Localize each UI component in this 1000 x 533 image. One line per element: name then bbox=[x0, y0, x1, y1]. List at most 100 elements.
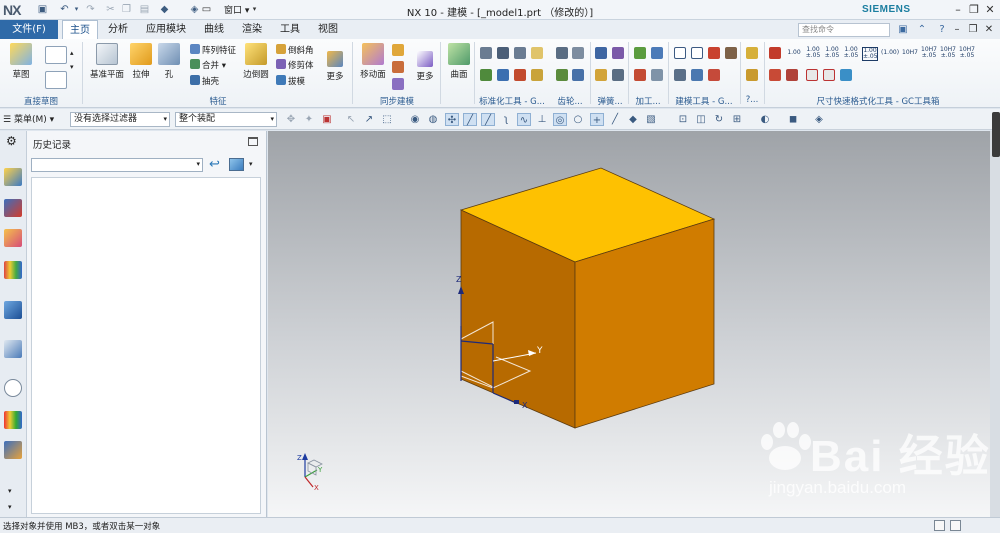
dim-format-8-icon[interactable]: 10H7 ±.05 bbox=[921, 47, 937, 59]
menu-button[interactable]: ☰ 菜单(M) ▾ bbox=[3, 112, 54, 125]
rectangle-icon[interactable] bbox=[45, 71, 67, 89]
hole-button[interactable]: 孔 bbox=[158, 43, 180, 80]
modeling-tool-5-icon[interactable] bbox=[674, 69, 686, 81]
process-studio-icon[interactable] bbox=[4, 441, 22, 459]
dim-format-3-icon[interactable]: 1.00 ±.05 bbox=[824, 47, 840, 59]
selection-scope-dropdown[interactable]: 整个装配 ▾ bbox=[175, 112, 277, 127]
move-face-button[interactable]: 移动面 bbox=[358, 43, 388, 80]
back-arrow-icon[interactable]: ↩ bbox=[209, 157, 220, 172]
doc-minimize-button[interactable]: – bbox=[950, 23, 964, 37]
dim-tool-1-icon[interactable] bbox=[769, 47, 781, 59]
std-tool-7-icon[interactable] bbox=[514, 69, 526, 81]
snap-line-icon[interactable]: ╱ bbox=[463, 113, 477, 126]
trim-body-button[interactable]: 修剪体 bbox=[276, 59, 314, 71]
profile-icon[interactable] bbox=[45, 46, 67, 64]
modeling-tool-6-icon[interactable] bbox=[691, 69, 703, 81]
settings-icon[interactable]: ⚙ bbox=[6, 134, 17, 148]
dim-format-9-icon[interactable]: 10H7 ±.05 bbox=[940, 47, 956, 59]
tab-home[interactable]: 主页 bbox=[62, 20, 98, 39]
show-hide-icon[interactable]: ◈ bbox=[812, 113, 826, 126]
spring-tool-3-icon[interactable] bbox=[595, 69, 607, 81]
machining-tool-2-icon[interactable] bbox=[651, 47, 663, 59]
std-tool-2-icon[interactable] bbox=[497, 47, 509, 59]
status-icon-2[interactable] bbox=[950, 520, 961, 531]
dim-tool-6-icon[interactable] bbox=[840, 69, 852, 81]
view-tool-2-icon[interactable]: ◍ bbox=[426, 113, 440, 126]
constraint-navigator-icon[interactable] bbox=[4, 199, 22, 217]
sketch-gallery-icon[interactable]: ▾ bbox=[70, 61, 74, 73]
palette-dropdown-icon[interactable]: ▾ bbox=[249, 160, 253, 168]
spring-tool-2-icon[interactable] bbox=[612, 47, 624, 59]
extra-tool-2-icon[interactable] bbox=[746, 69, 758, 81]
dim-format-6-icon[interactable]: (1.00) bbox=[881, 50, 899, 56]
history-clock-icon[interactable] bbox=[4, 379, 22, 397]
general-filter-icon[interactable]: ✥ bbox=[284, 113, 298, 126]
render-style-icon[interactable]: ◐ bbox=[758, 113, 772, 126]
gear-tool-1-icon[interactable] bbox=[556, 47, 568, 59]
rotate-icon[interactable]: ↻ bbox=[712, 113, 726, 126]
gear-tool-3-icon[interactable] bbox=[556, 69, 568, 81]
reuse-library-icon[interactable] bbox=[4, 261, 22, 279]
snap-spline-icon[interactable]: ʅ bbox=[499, 113, 513, 126]
extra-tool-1-icon[interactable] bbox=[746, 47, 758, 59]
pattern-feature-button[interactable]: 阵列特征 bbox=[190, 44, 236, 56]
doc-restore-button[interactable]: ❐ bbox=[966, 23, 980, 37]
sync-tool-2-icon[interactable] bbox=[392, 61, 404, 73]
snap-tangent-icon[interactable]: ∿ bbox=[517, 113, 531, 126]
surface-button[interactable]: 曲面 bbox=[446, 43, 472, 80]
rectangle-select-icon[interactable]: ⬚ bbox=[380, 113, 394, 126]
std-tool-3-icon[interactable] bbox=[514, 47, 526, 59]
dim-format-10-icon[interactable]: 10H7 ±.05 bbox=[959, 47, 975, 59]
dim-tool-5-icon[interactable] bbox=[823, 69, 835, 81]
std-tool-6-icon[interactable] bbox=[497, 69, 509, 81]
command-finder-icon[interactable]: ▣ bbox=[896, 23, 910, 37]
modeling-tool-4-icon[interactable] bbox=[725, 47, 737, 59]
snap-curve-icon[interactable]: ╱ bbox=[481, 113, 495, 126]
ribbon-collapse-icon[interactable]: ⌃ bbox=[915, 23, 929, 37]
draft-button[interactable]: 拔模 bbox=[276, 75, 305, 87]
dim-format-2-icon[interactable]: 1.00 ±.05 bbox=[805, 47, 821, 59]
sync-tool-3-icon[interactable] bbox=[392, 78, 404, 90]
doc-close-button[interactable]: ✕ bbox=[982, 23, 996, 37]
history-filter-dropdown[interactable]: ▾ bbox=[31, 158, 203, 172]
extrude-button[interactable]: 拉伸 bbox=[128, 43, 154, 80]
maximize-panel-icon[interactable] bbox=[248, 137, 258, 146]
sketch-button[interactable]: 草图 bbox=[6, 43, 36, 80]
tab-analysis[interactable]: 分析 bbox=[102, 20, 134, 39]
dim-tool-4-icon[interactable] bbox=[806, 69, 818, 81]
tab-applications[interactable]: 应用模块 bbox=[140, 20, 192, 39]
assembly-navigator-icon[interactable] bbox=[4, 168, 22, 186]
sync-tool-1-icon[interactable] bbox=[392, 44, 404, 56]
modeling-tool-1-icon[interactable] bbox=[674, 47, 686, 59]
std-tool-5-icon[interactable] bbox=[480, 69, 492, 81]
modeling-tool-3-icon[interactable] bbox=[708, 47, 720, 59]
std-tool-8-icon[interactable] bbox=[531, 69, 543, 81]
feature-more-button[interactable]: 更多 bbox=[322, 43, 348, 82]
fit-view-icon[interactable]: ⊡ bbox=[676, 113, 690, 126]
select-tool-2-icon[interactable]: ↗ bbox=[362, 113, 376, 126]
type-filter-dropdown[interactable]: 没有选择过滤器 ▾ bbox=[70, 112, 170, 127]
spring-tool-1-icon[interactable] bbox=[595, 47, 607, 59]
close-button[interactable]: ✕ bbox=[982, 2, 998, 17]
chamfer-button[interactable]: 倒斜角 bbox=[276, 44, 314, 56]
shell-button[interactable]: 抽壳 bbox=[190, 75, 219, 87]
snap-cross-icon[interactable]: + bbox=[590, 113, 604, 126]
minimize-button[interactable]: – bbox=[950, 2, 966, 17]
edge-blend-button[interactable]: 边倒圆 bbox=[240, 43, 272, 80]
unite-button[interactable]: 合并 ▾ bbox=[190, 59, 226, 71]
snap-line-2-icon[interactable]: ╱ bbox=[608, 113, 622, 126]
machining-tool-4-icon[interactable] bbox=[651, 69, 663, 81]
machining-tool-3-icon[interactable] bbox=[634, 69, 646, 81]
snap-point-icon[interactable]: ✣ bbox=[445, 113, 459, 126]
help-icon[interactable]: ? bbox=[935, 23, 949, 37]
tab-view[interactable]: 视图 bbox=[312, 20, 344, 39]
snap-intersect-icon[interactable]: ⊥ bbox=[535, 113, 549, 126]
snap-center-icon[interactable]: ◎ bbox=[553, 113, 567, 126]
dim-format-5-icon[interactable]: 1.00 ±.05 bbox=[862, 47, 878, 61]
zoom-icon[interactable]: ◫ bbox=[694, 113, 708, 126]
feature-filter-icon[interactable]: ▣ bbox=[320, 113, 334, 126]
tab-tools[interactable]: 工具 bbox=[274, 20, 306, 39]
shaded-icon[interactable]: ◼ bbox=[786, 113, 800, 126]
status-icon-1[interactable] bbox=[934, 520, 945, 531]
restore-button[interactable]: ❐ bbox=[966, 2, 982, 17]
